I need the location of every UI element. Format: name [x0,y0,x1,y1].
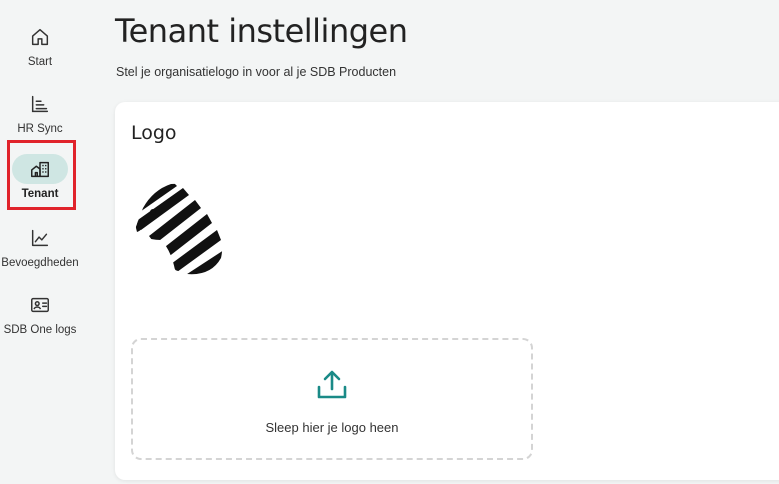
sidebar-item-hr-sync[interactable]: HR Sync [0,89,80,135]
logo-card: Logo Sleep hier je logo heen [115,102,779,480]
page-title: Tenant instellingen [115,12,408,50]
page-subtitle: Stel je organisatielogo in voor al je SD… [116,65,397,79]
card-title: Logo [131,122,177,144]
home-icon [12,22,68,52]
line-chart-icon [12,223,68,253]
sidebar-item-label: SDB One logs [3,324,77,336]
sidebar-item-label: HR Sync [17,123,63,135]
sidebar-item-bevoegdheden[interactable]: Bevoegdheden [0,223,80,269]
dropzone-label: Sleep hier je logo heen [265,419,399,435]
sidebar-item-label: Start [27,56,53,68]
upload-icon [317,370,347,398]
logo-dropzone[interactable]: Sleep hier je logo heen [131,338,533,460]
bar-list-icon [12,89,68,119]
sidebar-item-label: Bevoegdheden [1,257,79,269]
sidebar-item-sdb-one-logs[interactable]: SDB One logs [0,290,80,336]
sidebar: Start HR Sync Tenant Bevoegdheden SDB On… [0,0,80,484]
active-item-highlight [7,140,76,210]
id-card-icon [12,290,68,320]
zebra-logo-image [131,178,231,278]
sidebar-item-start[interactable]: Start [0,22,80,68]
